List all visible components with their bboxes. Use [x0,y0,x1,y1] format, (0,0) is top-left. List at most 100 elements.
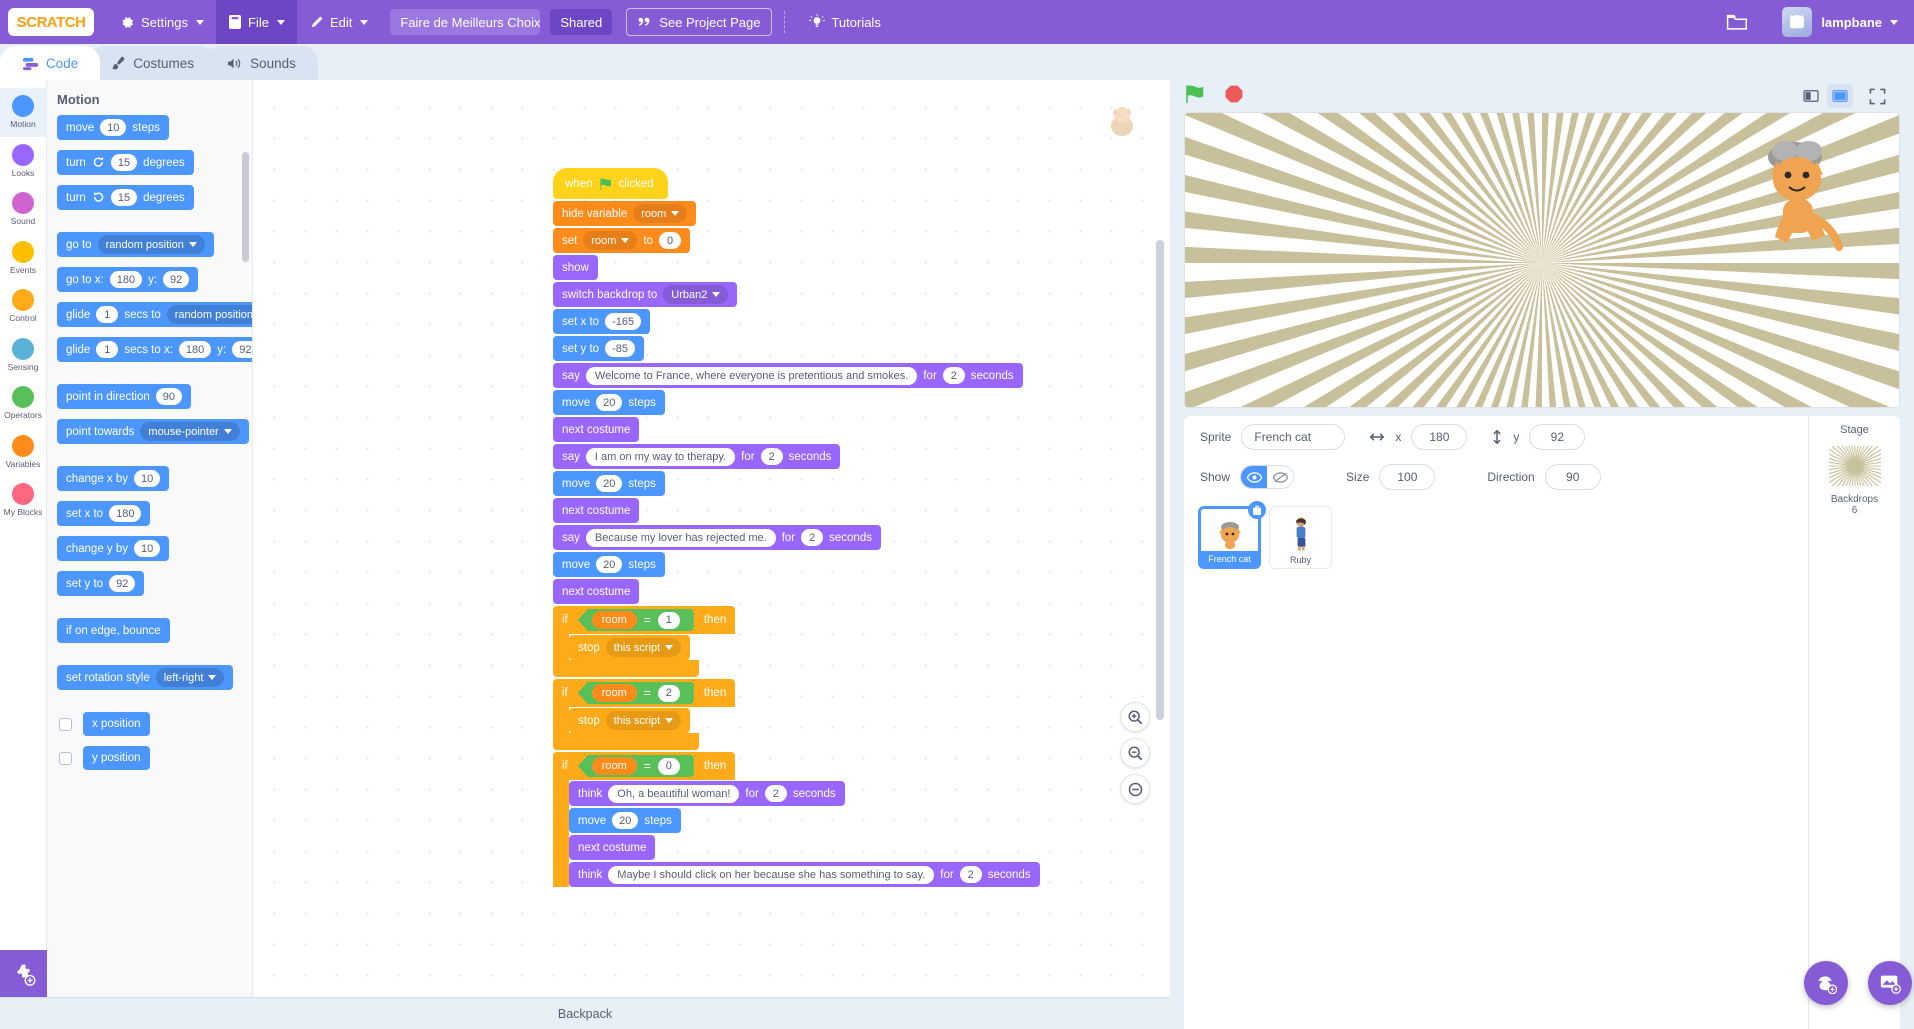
backpack-bar[interactable]: Backpack [0,997,1170,1029]
block-input[interactable]: 0 [659,232,681,249]
show-toggle-group[interactable] [1240,465,1295,489]
block-move-3[interactable]: move 20 steps [553,552,1040,577]
operator-equals[interactable]: room = 2 [577,682,694,704]
stage-selector-panel[interactable]: Stage Backdrops 6 [1808,416,1912,1029]
block-next-costume-3[interactable]: next costume [553,579,1040,604]
category-variables[interactable]: Variables [0,428,46,477]
category-sensing[interactable]: Sensing [0,331,46,380]
block-next-costume-4[interactable]: next costume [569,835,1040,860]
sprite-x-input[interactable]: 180 [1411,424,1468,450]
block-text-input[interactable]: Maybe I should click on her because she … [608,865,935,884]
show-off-button[interactable] [1267,466,1293,488]
block-input[interactable]: 10 [134,540,161,557]
block-if-room-0[interactable]: if room = 0 then think Oh, a beautiful wo… [553,752,1040,887]
block-input[interactable]: 20 [596,475,623,492]
block-input[interactable]: 180 [109,271,143,288]
block-dropdown[interactable]: mouse-pointer [140,422,240,441]
palette-block-go-to[interactable]: go to random position [47,232,252,257]
tab-sounds[interactable]: Sounds [204,46,318,80]
project-title-input[interactable]: Faire de Meilleurs Choix (... [390,9,541,35]
tab-code[interactable]: Code [0,46,101,80]
operator-equals[interactable]: room = 1 [577,609,694,631]
palette-block-turn-cw[interactable]: turn 15 degrees [47,150,252,175]
block-dropdown[interactable]: room [633,204,688,223]
c-block-header[interactable]: if room = 0 then [553,752,736,780]
block-if-room-2[interactable]: if room = 2 then stop this script [553,679,1040,750]
block-say-3[interactable]: say Because my lover has rejected me. for 2… [553,525,1040,550]
sprite-name-input[interactable]: French cat [1241,424,1346,450]
block-text-input[interactable]: Oh, a beautiful woman! [608,784,740,803]
workspace-vertical-scrollbar[interactable] [1156,240,1164,720]
palette-block-change-x[interactable]: change x by 10 [47,466,252,491]
c-block-header[interactable]: if room = 2 then [553,679,736,707]
operator-equals[interactable]: room = 0 [577,755,694,777]
block-palette[interactable]: Motion move 10 steps turn 15 degrees turn 1… [47,80,253,1029]
block-input[interactable]: 92 [232,341,252,358]
stage-sprite-french-cat[interactable] [1743,121,1853,271]
block-move-4[interactable]: move 20 steps [569,808,1040,833]
palette-block-glide-to[interactable]: glide 1 secs to random position [47,302,252,327]
block-dropdown[interactable]: this script [605,711,682,730]
block-input[interactable]: 15 [110,189,138,206]
shared-badge[interactable]: Shared [550,9,613,35]
category-operators[interactable]: Operators [0,379,46,428]
tutorials-button[interactable]: Tutorials [797,0,892,44]
settings-menu[interactable]: Settings [108,0,216,44]
block-dropdown[interactable]: this script [605,638,682,657]
block-input[interactable]: 1 [96,306,119,323]
block-input[interactable]: 15 [110,154,138,171]
block-input[interactable]: 90 [155,388,182,405]
block-input[interactable]: 1 [96,341,119,358]
block-say-1[interactable]: say Welcome to France, where everyone is … [553,363,1040,388]
variable-reporter[interactable]: room [591,684,637,702]
block-switch-backdrop[interactable]: switch backdrop to Urban2 [553,282,1040,307]
block-dropdown[interactable]: Urban2 [663,285,729,304]
palette-block-glide-to-xy[interactable]: glide 1 secs to x: 180 y: 92 [47,337,252,362]
block-input[interactable]: 2 [942,367,965,384]
block-next-costume-1[interactable]: next costume [553,417,1040,442]
sprite-card-french-cat[interactable]: French cat [1198,501,1266,569]
add-backdrop-button[interactable] [1868,961,1912,1005]
block-text-input[interactable]: Because my lover has rejected me. [585,528,776,547]
palette-scrollbar[interactable] [242,152,249,262]
avatar[interactable] [1782,7,1813,37]
palette-block-go-to-xy[interactable]: go to x: 180 y: 92 [47,267,252,292]
palette-block-set-y[interactable]: set y to 92 [47,571,252,596]
block-input[interactable]: 1 [657,611,680,629]
block-dropdown[interactable]: random position [166,305,252,324]
block-move-2[interactable]: move 20 steps [553,471,1040,496]
add-extension-button[interactable] [0,950,47,997]
large-stage-button[interactable] [1827,84,1853,108]
block-next-costume-2[interactable]: next costume [553,498,1040,523]
block-input[interactable]: 2 [959,866,982,883]
palette-block-turn-ccw[interactable]: turn 15 degrees [47,185,252,210]
block-input[interactable]: 180 [109,505,142,522]
fullscreen-button[interactable] [1864,84,1890,108]
chevron-down-icon[interactable] [1890,19,1898,25]
block-if-room-1[interactable]: if room = 1 then stop this script [553,606,1040,677]
category-sound[interactable]: Sound [0,185,46,234]
palette-block-set-rotation-style[interactable]: set rotation style left-right [47,665,252,690]
block-set-variable[interactable]: set room to 0 [553,228,1040,253]
block-stop-1[interactable]: stop this script [569,635,691,660]
c-block-body[interactable]: think Oh, a beautiful woman! for 2 seconds m… [553,780,1040,887]
sprite-direction-input[interactable]: 90 [1544,464,1601,490]
palette-monitor-y-position[interactable]: y position [47,746,252,770]
block-input[interactable]: 2 [764,785,787,802]
block-input[interactable]: -85 [605,340,635,357]
block-input[interactable]: 20 [612,812,639,829]
block-dropdown[interactable]: random position [97,235,205,254]
x-position-checkbox[interactable] [59,717,72,731]
code-workspace[interactable]: when clicked hide variable room set room to… [253,80,1170,1029]
stop-button[interactable] [1224,84,1244,109]
delete-sprite-button[interactable] [1248,501,1266,519]
block-input[interactable]: 2 [760,448,783,465]
block-input[interactable]: 20 [596,556,623,573]
c-block-header[interactable]: if room = 1 then [553,606,736,634]
palette-block-move[interactable]: move 10 steps [47,115,252,140]
block-show[interactable]: show [553,255,1040,280]
block-input[interactable]: 20 [596,394,623,411]
category-events[interactable]: Events [0,234,46,283]
category-motion[interactable]: Motion [0,88,46,137]
palette-block-change-y[interactable]: change y by 10 [47,536,252,561]
